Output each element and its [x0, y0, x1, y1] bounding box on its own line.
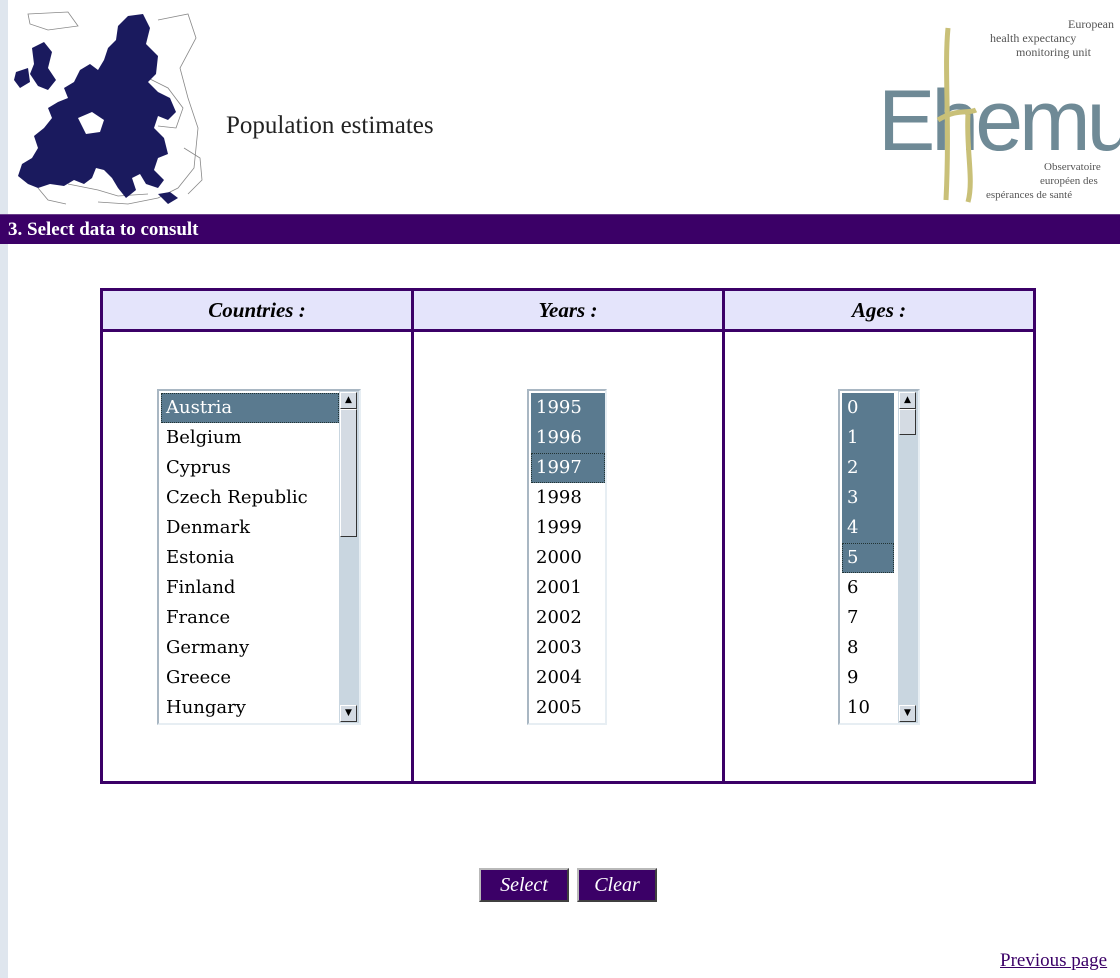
years-option[interactable]: 2000: [531, 543, 605, 573]
scrollbar-thumb[interactable]: [340, 409, 357, 537]
countries-option[interactable]: Finland: [161, 573, 339, 603]
page-title: Population estimates: [226, 112, 434, 139]
ages-option[interactable]: 4: [842, 513, 894, 543]
ages-option[interactable]: 7: [842, 603, 894, 633]
ages-header: Ages :: [725, 291, 1033, 332]
ages-option[interactable]: 2: [842, 453, 894, 483]
logo-text-line: européen des: [1040, 175, 1098, 187]
scrollbar-thumb[interactable]: [899, 409, 916, 435]
countries-options: Austria Belgium Cyprus Czech Republic Denmar…: [161, 393, 339, 723]
countries-column: Countries : Austria Belgium Cyprus Czech Re…: [103, 291, 411, 781]
years-option[interactable]: 2002: [531, 603, 605, 633]
years-listbox[interactable]: 1995 1996 1997 1998 1999 2000 2001 2002 2003 2004…: [527, 389, 607, 725]
years-header: Years :: [414, 291, 722, 332]
countries-header: Countries :: [103, 291, 411, 332]
countries-option[interactable]: Czech Republic: [161, 483, 339, 513]
europe-map-image: [14, 11, 203, 205]
scroll-up-arrow-icon[interactable]: ▲: [340, 392, 357, 409]
years-option[interactable]: 2004: [531, 663, 605, 693]
years-option[interactable]: 1995: [531, 393, 605, 423]
logo-text-line: health expectancy: [990, 31, 1076, 45]
years-option[interactable]: 2003: [531, 633, 605, 663]
ages-option[interactable]: 6: [842, 573, 894, 603]
countries-option[interactable]: Hungary: [161, 693, 339, 723]
years-options: 1995 1996 1997 1998 1999 2000 2001 2002 2003 2004…: [531, 393, 605, 723]
countries-option[interactable]: Austria: [161, 393, 339, 423]
europe-map-shape: [18, 14, 176, 198]
years-option[interactable]: 1996: [531, 423, 605, 453]
countries-option[interactable]: Estonia: [161, 543, 339, 573]
logo-wordmark: Ehemu: [878, 73, 1120, 169]
ages-column: Ages : 0 1 2 3 4 5 6 7 8 9 10 ▲ ▼: [722, 291, 1033, 781]
scroll-down-arrow-icon[interactable]: ▼: [899, 705, 916, 722]
ages-option[interactable]: 5: [842, 543, 894, 573]
years-option[interactable]: 1999: [531, 513, 605, 543]
scroll-down-arrow-icon[interactable]: ▼: [340, 705, 357, 722]
section-heading: 3. Select data to consult: [0, 214, 1120, 244]
ages-options: 0 1 2 3 4 5 6 7 8 9 10: [842, 393, 894, 723]
countries-option[interactable]: Denmark: [161, 513, 339, 543]
left-frame-edge: [0, 0, 8, 978]
scroll-up-arrow-icon[interactable]: ▲: [899, 392, 916, 409]
logo-text-line: monitoring unit: [1016, 45, 1092, 59]
countries-option[interactable]: Greece: [161, 663, 339, 693]
ages-option[interactable]: 8: [842, 633, 894, 663]
ages-option[interactable]: 10: [842, 693, 894, 723]
countries-option[interactable]: Germany: [161, 633, 339, 663]
countries-option[interactable]: Cyprus: [161, 453, 339, 483]
ages-option[interactable]: 9: [842, 663, 894, 693]
years-option[interactable]: 2001: [531, 573, 605, 603]
countries-option[interactable]: France: [161, 603, 339, 633]
selection-panel: Countries : Austria Belgium Cyprus Czech Re…: [100, 288, 1036, 784]
ages-option[interactable]: 0: [842, 393, 894, 423]
years-option[interactable]: 1998: [531, 483, 605, 513]
page-header: Population estimates European health exp…: [8, 0, 1120, 214]
countries-scrollbar[interactable]: ▲ ▼: [339, 391, 359, 723]
ages-option[interactable]: 1: [842, 423, 894, 453]
years-column: Years : 1995 1996 1997 1998 1999 2000 2001 2002…: [411, 291, 722, 781]
logo-text-line: Observatoire: [1044, 161, 1101, 173]
countries-option[interactable]: Belgium: [161, 423, 339, 453]
years-option[interactable]: 1997: [531, 453, 605, 483]
logo-text-line: espérances de santé: [986, 189, 1072, 201]
ehemu-logo: European health expectancy monitoring un…: [878, 17, 1120, 203]
clear-button[interactable]: Clear: [577, 868, 657, 902]
years-option[interactable]: 2005: [531, 693, 605, 723]
ages-scrollbar[interactable]: ▲ ▼: [898, 391, 918, 723]
previous-page-link[interactable]: Previous page: [1000, 950, 1107, 972]
ages-listbox[interactable]: 0 1 2 3 4 5 6 7 8 9 10 ▲ ▼: [838, 389, 920, 725]
countries-listbox[interactable]: Austria Belgium Cyprus Czech Republic Denmar…: [157, 389, 361, 725]
select-button[interactable]: Select: [479, 868, 569, 902]
logo-text-line: European: [1068, 17, 1114, 31]
ages-option[interactable]: 3: [842, 483, 894, 513]
